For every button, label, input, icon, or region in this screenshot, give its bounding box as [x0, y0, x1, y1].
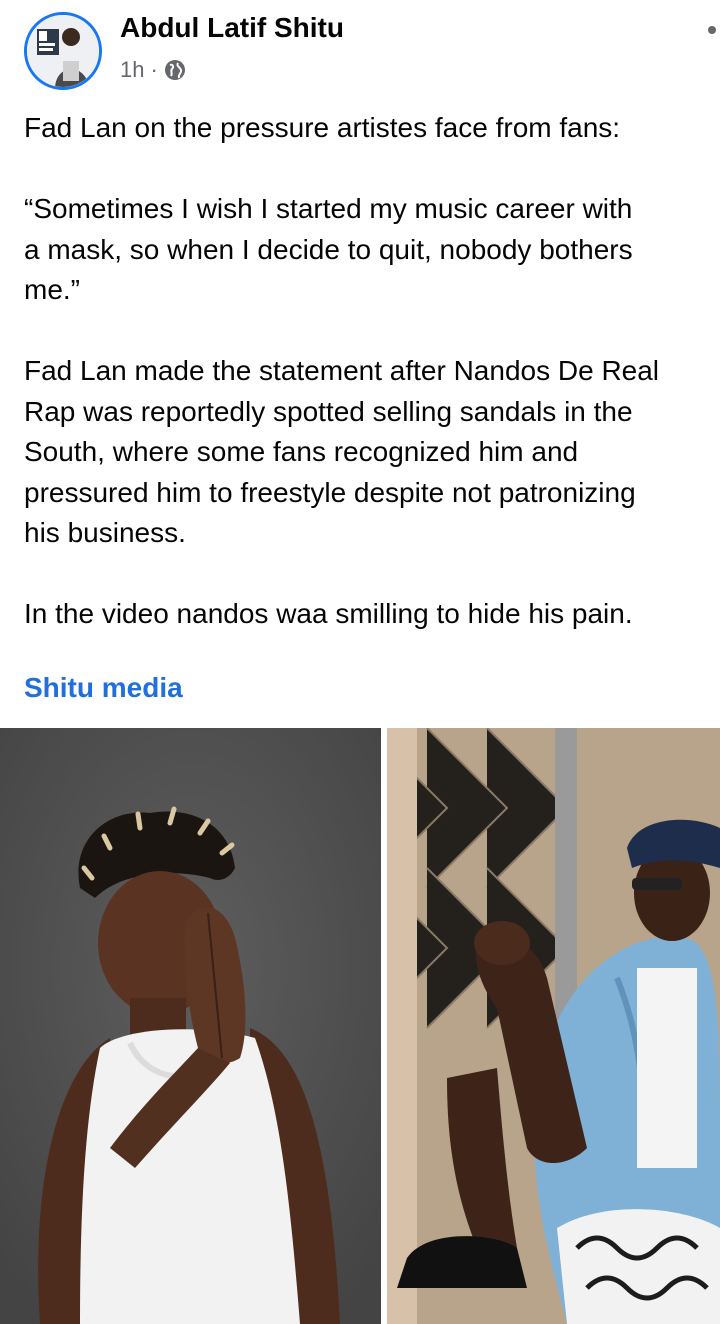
post-line: “Sometimes I wish I started my music car…	[24, 193, 633, 224]
more-options-icon[interactable]	[708, 26, 716, 34]
globe-icon[interactable]	[164, 59, 186, 81]
post-line: Fad Lan made the statement after Nandos …	[24, 355, 660, 386]
post-line: Fad Lan on the pressure artistes face fr…	[24, 112, 621, 143]
post-body: Fad Lan on the pressure artistes face fr…	[24, 108, 720, 675]
photo-rapper-sitting[interactable]	[387, 728, 720, 1324]
post-paragraph: Fad Lan made the statement after Nandos …	[24, 351, 720, 554]
author-name[interactable]: Abdul Latif Shitu	[120, 12, 344, 44]
post-meta: 1h ·	[120, 56, 186, 84]
feed-post: Abdul Latif Shitu 1h · Fad Lan on the pr…	[0, 0, 720, 1324]
post-line: In the video nandos waa smilling to hide…	[24, 598, 633, 629]
photo-grid	[0, 728, 720, 1324]
page-mention-link[interactable]: Shitu media	[24, 672, 183, 704]
post-header: Abdul Latif Shitu 1h ·	[0, 0, 720, 100]
post-line: a mask, so when I decide to quit, nobody…	[24, 233, 633, 265]
avatar-image	[27, 15, 99, 87]
post-line: me.”	[24, 274, 80, 305]
post-time[interactable]: 1h	[120, 57, 144, 83]
post-line: pressured him to freestyle despite not p…	[24, 476, 636, 508]
post-line: Rap was reportedly spotted selling sanda…	[24, 395, 633, 427]
meta-separator: ·	[150, 57, 158, 82]
post-paragraph: “Sometimes I wish I started my music car…	[24, 189, 720, 311]
photo-artist-praying[interactable]	[0, 728, 381, 1324]
post-line: South, where some fans recognized him an…	[24, 436, 579, 467]
post-paragraph: Fad Lan on the pressure artistes face fr…	[24, 108, 720, 149]
author-avatar[interactable]	[24, 12, 102, 90]
post-line: his business.	[24, 517, 186, 548]
post-paragraph: In the video nandos waa smilling to hide…	[24, 594, 720, 635]
